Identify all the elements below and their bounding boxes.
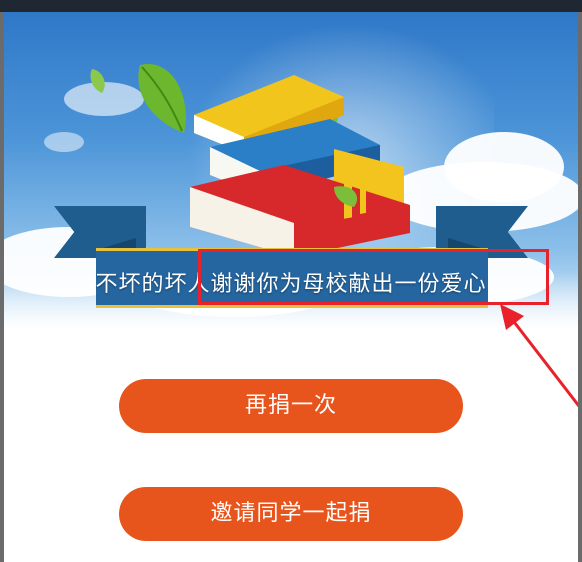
leaf-icon — [90, 69, 105, 93]
books-illustration — [190, 75, 410, 257]
top-bar — [0, 0, 582, 12]
donate-again-button[interactable]: 再捐一次 — [119, 379, 463, 433]
annotation-arrow-icon — [500, 304, 578, 408]
donation-success-card: 不坏的坏人谢谢你为母校献出一份爱心 再捐一次 邀请同学一起捐 — [4, 12, 578, 562]
highlight-box — [198, 249, 549, 305]
invite-classmates-button[interactable]: 邀请同学一起捐 — [119, 487, 463, 541]
leaf-icon — [138, 63, 186, 133]
banner-image: 不坏的坏人谢谢你为母校献出一份爱心 — [4, 12, 578, 330]
